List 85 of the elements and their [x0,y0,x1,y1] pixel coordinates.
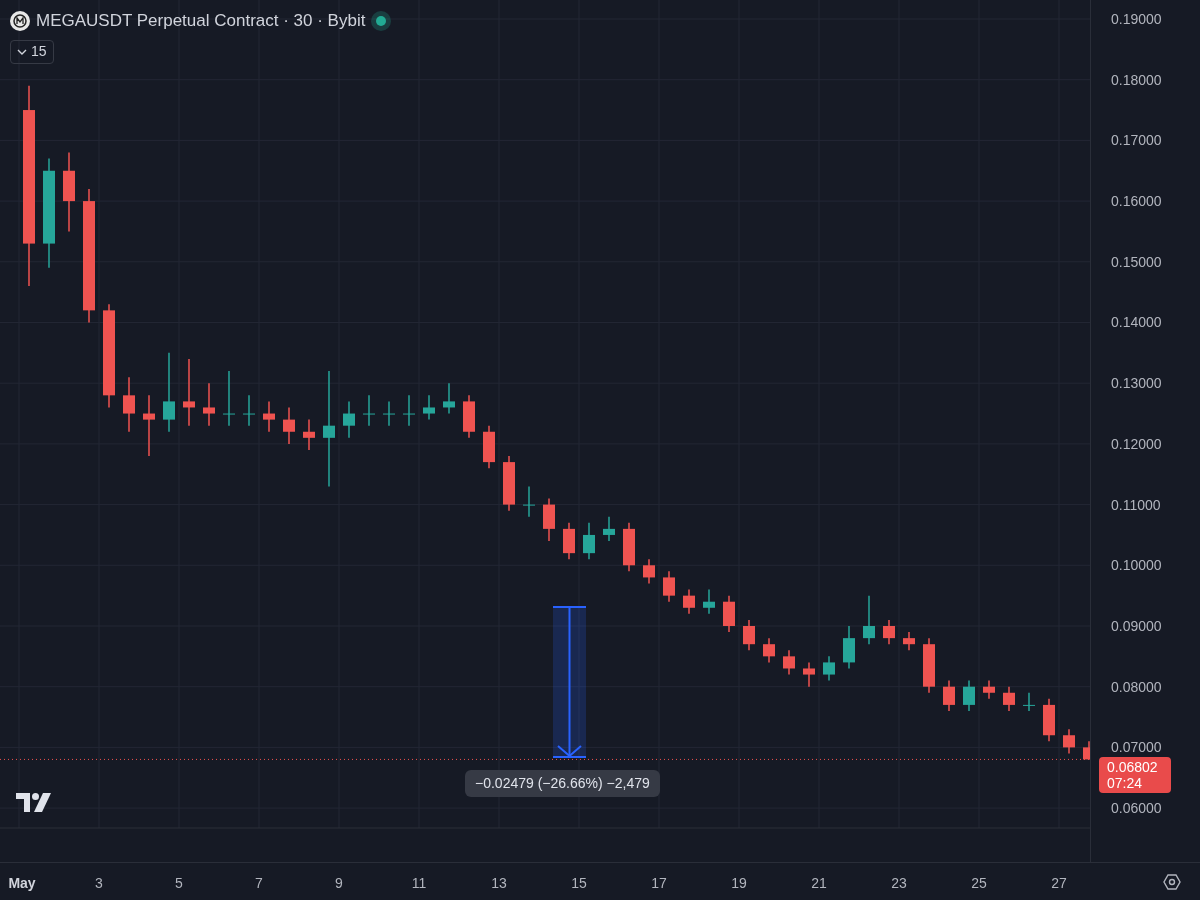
candle [263,400,275,433]
time-axis-label: 13 [491,874,507,893]
time-axis-label: 5 [175,874,183,893]
candle [343,400,355,439]
candle [963,679,975,712]
candle [243,394,255,427]
candle [723,594,735,633]
price-axis-label: 0.08000 [1111,678,1162,695]
price-axis-label: 0.11000 [1111,496,1161,513]
candle [1083,740,1090,761]
candle [303,418,315,451]
time-axis-label: 9 [335,874,343,893]
price-axis-label: 0.12000 [1111,435,1162,452]
candle [583,522,595,560]
candle [503,455,515,512]
time-axis-label: 25 [971,874,987,893]
candle [643,558,655,585]
chevron-down-icon [17,48,27,55]
measure-tooltip: −0.02479 (−26.66%) −2,479 [465,770,660,797]
time-axis-label: 21 [811,874,827,893]
candle [183,358,195,427]
price-axis-label: 0.19000 [1111,11,1162,27]
candle [783,649,795,676]
candle [223,370,235,427]
candle [423,394,435,421]
price-axis-label: 0.14000 [1111,314,1162,331]
candle [483,424,495,469]
price-axis-label: 0.10000 [1111,557,1162,574]
candle [1003,685,1015,712]
candle [703,588,715,615]
price-axis-label: 0.06000 [1111,800,1162,817]
candle [863,594,875,645]
price-axis-label: 0.15000 [1111,253,1162,270]
time-axis-label: 19 [731,874,747,893]
settings-button[interactable] [1162,872,1182,892]
candle-countdown: 07:24 [1107,775,1144,791]
symbol-title: MEGAUSDT Perpetual Contract · 30 · Bybit [36,10,366,32]
price-axis-label: 0.13000 [1111,375,1162,392]
candle [1023,692,1035,712]
price-axis-label: 0.17000 [1111,132,1162,149]
price-axis-label: 0.09000 [1111,618,1162,634]
candle [983,679,995,700]
candle [283,406,295,445]
indicators-toggle[interactable]: 15 [10,39,54,64]
candle [463,394,475,439]
time-axis-label: 7 [255,874,263,893]
candle [763,637,775,664]
candle [843,625,855,670]
candle [623,522,635,573]
candle [123,376,135,433]
candle [523,485,535,518]
candle [543,497,555,542]
candle [383,400,395,427]
candle [803,661,815,688]
candle [823,655,835,682]
candle [1043,698,1055,743]
candle [403,394,415,427]
time-axis-label: 27 [1051,874,1067,893]
candle [203,382,215,427]
time-axis-label: May [8,874,36,893]
tradingview-logo-icon [16,793,51,812]
candle [883,619,895,645]
coin-logo-icon [10,10,30,31]
candle [563,522,575,560]
time-axis-label: 3 [95,874,103,893]
candle [743,619,755,651]
candle [443,382,455,415]
time-axis-label: 17 [651,874,667,893]
price-axis-label: 0.16000 [1111,193,1162,210]
candle [603,516,615,542]
settings-icon [1163,873,1181,891]
price-axis-label: 0.18000 [1111,71,1162,88]
candle [663,570,675,603]
price-axis-label: 0.07000 [1111,739,1162,756]
time-axis-label: 15 [571,874,587,893]
time-axis-label: 23 [891,874,907,893]
candle [683,588,695,615]
candle [143,394,155,457]
time-axis-label: 11 [411,874,427,893]
candle [1063,728,1075,755]
candle [923,637,935,694]
candle [903,631,915,651]
candle [363,394,375,427]
candle [943,679,955,712]
last-price-value: 0.06802 [1107,759,1159,775]
